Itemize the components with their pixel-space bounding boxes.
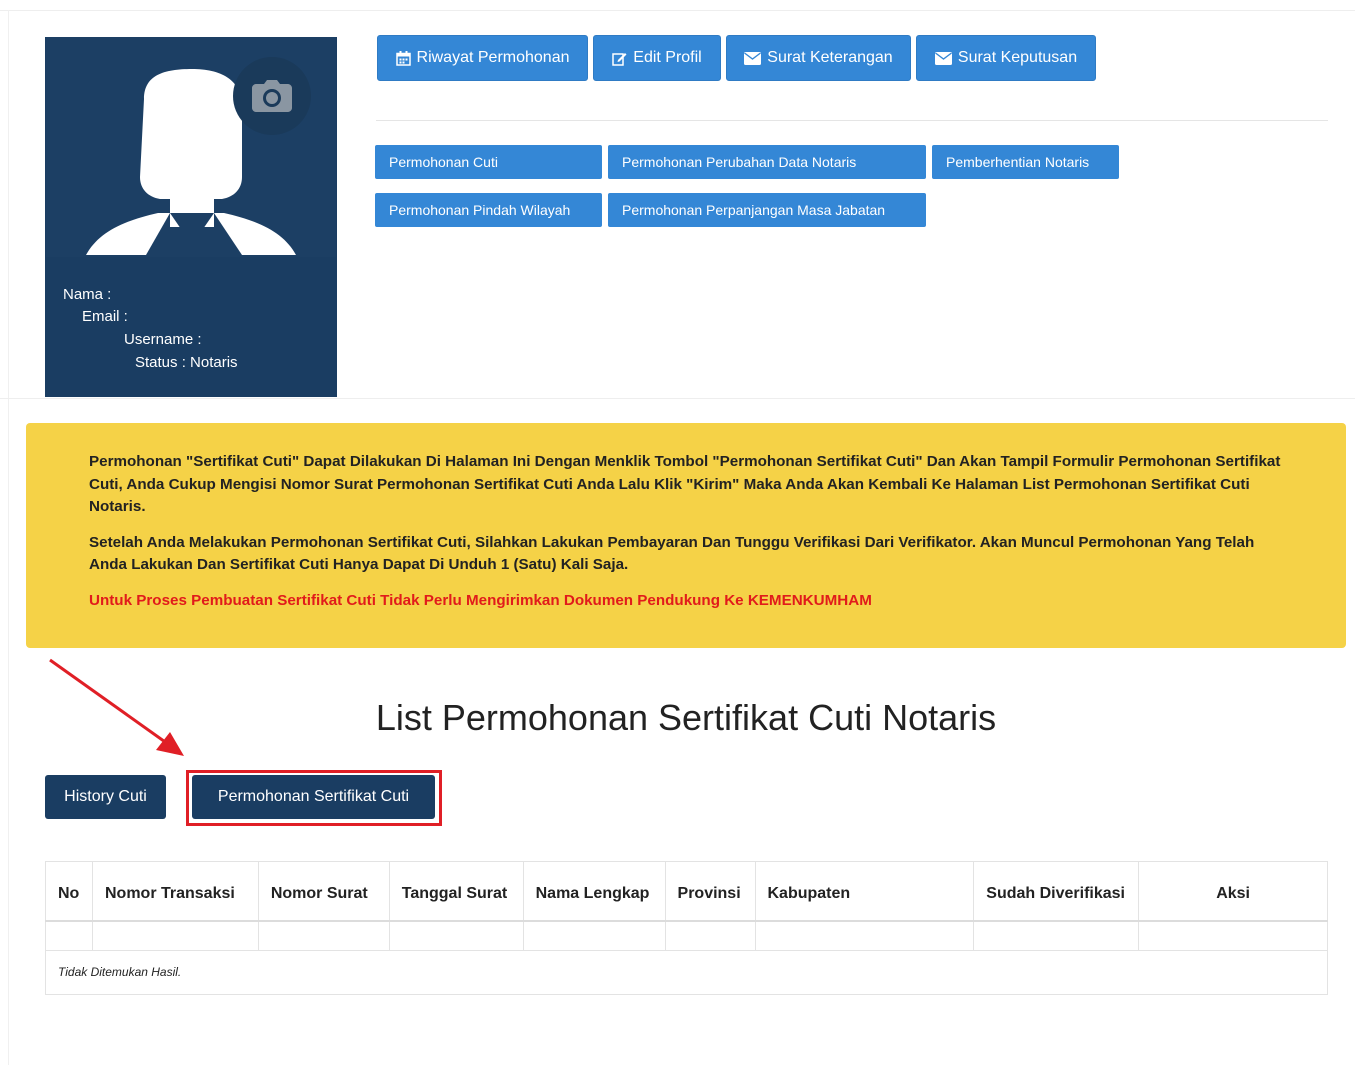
header-provinsi[interactable]: Provinsi: [664, 861, 756, 922]
filter-row: [45, 920, 1328, 951]
edit-profil-label: Edit Profil: [633, 49, 702, 66]
highlight-annotation: [186, 770, 442, 826]
header-nomor-transaksi[interactable]: Nomor Transaksi: [91, 861, 259, 922]
header-kabupaten[interactable]: Kabupaten: [754, 861, 975, 922]
empty-row: Tidak Ditemukan Hasil.: [45, 949, 1328, 995]
username-label: Username :: [124, 331, 202, 348]
riwayat-permohonan-button[interactable]: Riwayat Permohonan: [377, 35, 588, 81]
header-no[interactable]: No: [45, 861, 93, 922]
filter-cell[interactable]: [522, 920, 666, 951]
history-cuti-button[interactable]: History Cuti: [45, 775, 166, 819]
filter-cell[interactable]: [257, 920, 390, 951]
avatar: [46, 37, 336, 257]
surat-keputusan-button[interactable]: Surat Keputusan: [916, 35, 1096, 81]
header-tanggal-surat[interactable]: Tanggal Surat: [388, 861, 524, 922]
permohonan-perpanjangan-button[interactable]: Permohonan Perpanjangan Masa Jabatan: [608, 193, 926, 227]
header-sudah-diverifikasi[interactable]: Sudah Diverifikasi: [973, 861, 1140, 922]
permohonan-perubahan-data-button[interactable]: Permohonan Perubahan Data Notaris: [608, 145, 926, 179]
edit-profil-button[interactable]: Edit Profil: [593, 35, 721, 81]
empty-message: Tidak Ditemukan Hasil.: [45, 949, 1328, 995]
change-photo-button[interactable]: [233, 57, 311, 135]
filter-cell[interactable]: [973, 920, 1140, 951]
email-label: Email :: [82, 308, 128, 325]
surat-keputusan-label: Surat Keputusan: [957, 49, 1078, 66]
alert-warning: Untuk Proses Pembuatan Sertifikat Cuti T…: [89, 591, 872, 609]
filter-cell[interactable]: [91, 920, 259, 951]
filter-cell[interactable]: [664, 920, 756, 951]
info-alert: Permohonan "Sertifikat Cuti" Dapat Dilak…: [26, 423, 1346, 648]
page-title: List Permohonan Sertifikat Cuti Notaris: [375, 697, 997, 738]
riwayat-label: Riwayat Permohonan: [416, 49, 570, 66]
results-table: No Nomor Transaksi Nomor Surat Tanggal S…: [45, 861, 1328, 995]
envelope-icon: [744, 51, 762, 65]
section-divider: [0, 398, 1355, 399]
nama-label: Nama :: [63, 286, 112, 303]
surat-keterangan-button[interactable]: Surat Keterangan: [726, 35, 911, 81]
divider: [376, 120, 1328, 121]
table-header-row: No Nomor Transaksi Nomor Surat Tanggal S…: [45, 861, 1328, 922]
permohonan-cuti-button[interactable]: Permohonan Cuti: [375, 145, 602, 179]
header-nama-lengkap[interactable]: Nama Lengkap: [522, 861, 666, 922]
alert-paragraph-2: Setelah Anda Melakukan Permohonan Sertif…: [89, 533, 1255, 574]
surat-keterangan-label: Surat Keterangan: [767, 49, 893, 66]
alert-paragraph-1: Permohonan "Sertifikat Cuti" Dapat Dilak…: [89, 453, 1281, 515]
filter-cell[interactable]: [754, 920, 975, 951]
permohonan-pindah-wilayah-button[interactable]: Permohonan Pindah Wilayah: [375, 193, 602, 227]
left-border: [8, 10, 9, 1065]
camera-icon: [252, 80, 292, 112]
filter-cell[interactable]: [45, 920, 93, 951]
top-border: [0, 10, 1355, 11]
edit-icon: [612, 52, 627, 66]
calendar-icon: [395, 50, 411, 66]
filter-cell[interactable]: [388, 920, 524, 951]
profile-card: Nama : Email : Username : Status : Notar…: [45, 37, 337, 397]
pemberhentian-notaris-button[interactable]: Pemberhentian Notaris: [932, 145, 1119, 179]
filter-cell: [1138, 920, 1328, 951]
status-label: Status : Notaris: [135, 354, 238, 371]
envelope-icon: [934, 51, 952, 65]
header-aksi: Aksi: [1138, 861, 1328, 922]
header-nomor-surat[interactable]: Nomor Surat: [257, 861, 390, 922]
